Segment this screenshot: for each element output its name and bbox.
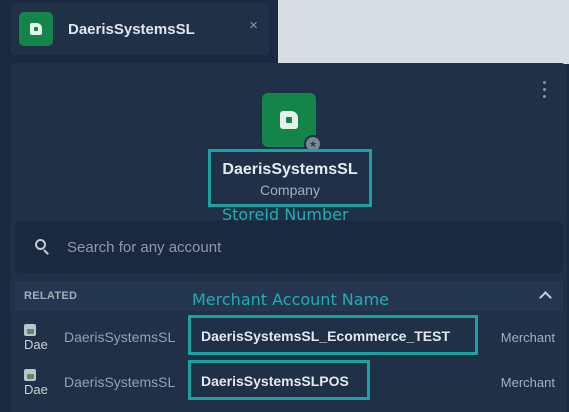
account-highlight: DaerisSystemsSLPOS xyxy=(188,360,370,400)
tab-title: DaerisSystemsSL xyxy=(68,20,195,38)
account-panel: ★ DaerisSystemsSL Company StoreId Number… xyxy=(10,63,567,412)
merchant-account-annotation: Merchant Account Name xyxy=(192,290,390,309)
account-tab[interactable]: DaerisSystemsSL × xyxy=(10,3,270,55)
search-bar[interactable] xyxy=(15,221,563,273)
row-account-name[interactable]: DaerisSystemsSLPOS xyxy=(201,373,349,389)
app-stage: DaerisSystemsSL × ★ DaerisSystemsSL Comp… xyxy=(0,0,569,412)
row-type: Merchant xyxy=(500,375,555,390)
search-input[interactable] xyxy=(67,235,537,259)
company-highlight: DaerisSystemsSL Company xyxy=(208,149,372,207)
more-vertical-icon[interactable] xyxy=(543,81,547,99)
search-icon xyxy=(35,239,51,255)
close-icon[interactable]: × xyxy=(249,18,258,33)
chevron-up-icon[interactable] xyxy=(539,291,552,304)
row-type: Merchant xyxy=(500,330,555,345)
related-label: RELATED xyxy=(24,290,78,302)
list-item[interactable]: Dae DaerisSystemsSL DaerisSystemsSLPOS M… xyxy=(10,360,567,404)
row-store-name: DaerisSystemsSL xyxy=(64,329,176,345)
store-thumbnail: Dae xyxy=(24,369,50,395)
row-account-name[interactable]: DaerisSystemsSL_Ecommerce_TEST xyxy=(201,328,450,344)
row-store-name: DaerisSystemsSL xyxy=(64,374,176,390)
company-logo-icon xyxy=(19,12,53,46)
thumbnail-text: Dae xyxy=(24,382,48,395)
company-logo-icon xyxy=(280,111,298,129)
company-type: Company xyxy=(260,182,320,198)
logo-glyph xyxy=(30,23,42,35)
store-thumbnail: Dae xyxy=(24,324,50,350)
background-area xyxy=(278,0,569,64)
company-name: DaerisSystemsSL xyxy=(222,161,358,178)
account-highlight: DaerisSystemsSL_Ecommerce_TEST xyxy=(188,315,478,355)
thumbnail-text: Dae xyxy=(24,337,48,350)
list-item[interactable]: Dae DaerisSystemsSL DaerisSystemsSL_Ecom… xyxy=(10,315,567,359)
